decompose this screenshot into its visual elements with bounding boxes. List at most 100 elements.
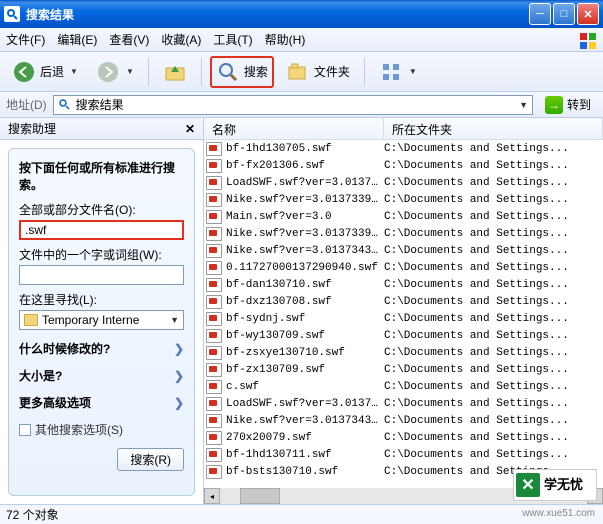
column-folder[interactable]: 所在文件夹 (384, 118, 603, 139)
search-icon (216, 60, 240, 84)
list-item[interactable]: Nike.swf?ver=3.01373391...C:\Documents a… (204, 225, 603, 242)
folder-up-icon (163, 60, 187, 84)
address-input[interactable]: 搜索结果 ▼ (53, 95, 533, 115)
file-name: Nike.swf?ver=3.01373391... (226, 228, 384, 240)
file-location: C:\Documents and Settings... (384, 177, 603, 189)
folders-button[interactable]: 文件夹 (280, 56, 356, 88)
lookin-select[interactable]: Temporary Interne ▼ (19, 310, 184, 330)
watermark-url: www.xue51.com (522, 508, 595, 519)
list-item[interactable]: LoadSWF.swf?ver=3.01373...C:\Documents a… (204, 174, 603, 191)
checkbox-icon (19, 424, 31, 436)
scroll-left-icon[interactable]: ◂ (204, 488, 220, 504)
watermark-brand: 学无忧 (544, 479, 583, 491)
list-item[interactable]: 0.11727000137290940.swfC:\Documents and … (204, 259, 603, 276)
menu-tools[interactable]: 工具(T) (213, 31, 252, 48)
sidebar-title: 搜索助理 (8, 120, 56, 137)
forward-icon (96, 60, 120, 84)
up-button[interactable] (157, 56, 193, 88)
list-item[interactable]: Main.swf?ver=3.0C:\Documents and Setting… (204, 208, 603, 225)
swf-file-icon (206, 193, 222, 207)
list-item[interactable]: bf-dan130710.swfC:\Documents and Setting… (204, 276, 603, 293)
list-item[interactable]: bf-1hd130711.swfC:\Documents and Setting… (204, 446, 603, 463)
list-item[interactable]: bf-sydnj.swfC:\Documents and Settings... (204, 310, 603, 327)
file-name: Nike.swf?ver=3.01373391... (226, 194, 384, 206)
go-button[interactable]: → 转到 (539, 94, 597, 116)
chevron-down-icon[interactable]: ▼ (519, 100, 528, 110)
file-location: C:\Documents and Settings... (384, 347, 603, 359)
swf-file-icon (206, 414, 222, 428)
swf-file-icon (206, 397, 222, 411)
advanced-expander[interactable]: 更多高级选项 ❯ (19, 394, 184, 411)
swf-file-icon (206, 448, 222, 462)
other-options[interactable]: 其他搜索选项(S) (19, 421, 184, 438)
go-arrow-icon: → (545, 96, 563, 114)
size-expander[interactable]: 大小是? ❯ (19, 367, 184, 384)
swf-file-icon (206, 244, 222, 258)
views-button[interactable]: ▼ (373, 56, 423, 88)
file-location: C:\Documents and Settings... (384, 160, 603, 172)
list-item[interactable]: 270x20079.swfC:\Documents and Settings..… (204, 429, 603, 446)
file-name: Nike.swf?ver=3.01373430... (226, 245, 384, 257)
list-item[interactable]: LoadSWF.swf?ver=3.01373...C:\Documents a… (204, 395, 603, 412)
file-location: C:\Documents and Settings... (384, 245, 603, 257)
menu-favorites[interactable]: 收藏(A) (161, 31, 201, 48)
list-item[interactable]: bf-wy130709.swfC:\Documents and Settings… (204, 327, 603, 344)
results-list[interactable]: bf-1hd130705.swfC:\Documents and Setting… (204, 140, 603, 488)
close-button[interactable]: ✕ (577, 3, 599, 25)
file-location: C:\Documents and Settings... (384, 211, 603, 223)
file-location: C:\Documents and Settings... (384, 415, 603, 427)
minimize-button[interactable]: ─ (529, 3, 551, 25)
chevron-down-icon: ▼ (170, 315, 179, 325)
search-sidebar: 搜索助理 ✕ 按下面任何或所有标准进行搜索。 全部或部分文件名(O): 文件中的… (0, 118, 204, 504)
forward-button[interactable]: ▼ (90, 56, 140, 88)
swf-file-icon (206, 380, 222, 394)
list-item[interactable]: bf-dxz130708.swfC:\Documents and Setting… (204, 293, 603, 310)
list-item[interactable]: bf-1hd130705.swfC:\Documents and Setting… (204, 140, 603, 157)
menu-file[interactable]: 文件(F) (6, 31, 45, 48)
column-name[interactable]: 名称 (204, 118, 384, 139)
sidebar-close-button[interactable]: ✕ (185, 122, 195, 136)
swf-file-icon (206, 465, 222, 479)
back-button[interactable]: 后退 ▼ (6, 56, 84, 88)
file-name: bf-1hd130711.swf (226, 449, 384, 461)
file-location: C:\Documents and Settings... (384, 143, 603, 155)
list-item[interactable]: Nike.swf?ver=3.01373430...C:\Documents a… (204, 242, 603, 259)
folders-icon (286, 60, 310, 84)
list-item[interactable]: c.swfC:\Documents and Settings... (204, 378, 603, 395)
expand-icon: ❯ (174, 369, 184, 383)
search-results-icon (58, 98, 72, 112)
filename-input[interactable] (19, 220, 184, 240)
when-modified-expander[interactable]: 什么时候修改的? ❯ (19, 340, 184, 357)
swf-file-icon (206, 261, 222, 275)
chevron-down-icon: ▼ (409, 67, 417, 76)
swf-file-icon (206, 278, 222, 292)
list-item[interactable]: Nike.swf?ver=3.01373391...C:\Documents a… (204, 191, 603, 208)
file-name: 270x20079.swf (226, 432, 384, 444)
file-name: Nike.swf?ver=3.01373437... (226, 415, 384, 427)
list-item[interactable]: Nike.swf?ver=3.01373437...C:\Documents a… (204, 412, 603, 429)
watermark-icon: ✕ (516, 473, 540, 497)
swf-file-icon (206, 431, 222, 445)
file-name: Main.swf?ver=3.0 (226, 211, 384, 223)
file-location: C:\Documents and Settings... (384, 262, 603, 274)
menu-help[interactable]: 帮助(H) (265, 31, 306, 48)
search-submit-button[interactable]: 搜索(R) (117, 448, 184, 471)
menu-edit[interactable]: 编辑(E) (57, 31, 97, 48)
maximize-button[interactable]: □ (553, 3, 575, 25)
menu-bar: 文件(F) 编辑(E) 查看(V) 收藏(A) 工具(T) 帮助(H) (0, 28, 603, 52)
file-name: bf-dan130710.swf (226, 279, 384, 291)
file-location: C:\Documents and Settings... (384, 381, 603, 393)
phrase-input[interactable] (19, 265, 184, 285)
status-bar: 72 个对象 (0, 504, 603, 524)
scroll-thumb[interactable] (240, 488, 280, 504)
swf-file-icon (206, 346, 222, 360)
menu-view[interactable]: 查看(V) (109, 31, 149, 48)
list-item[interactable]: bf-zsxye130710.swfC:\Documents and Setti… (204, 344, 603, 361)
list-item[interactable]: bf-fx201306.swfC:\Documents and Settings… (204, 157, 603, 174)
list-item[interactable]: bf-zx130709.swfC:\Documents and Settings… (204, 361, 603, 378)
swf-file-icon (206, 142, 222, 156)
search-button[interactable]: 搜索 (210, 56, 274, 88)
file-name: c.swf (226, 381, 384, 393)
file-name: bf-1hd130705.swf (226, 143, 384, 155)
app-icon (4, 6, 20, 22)
